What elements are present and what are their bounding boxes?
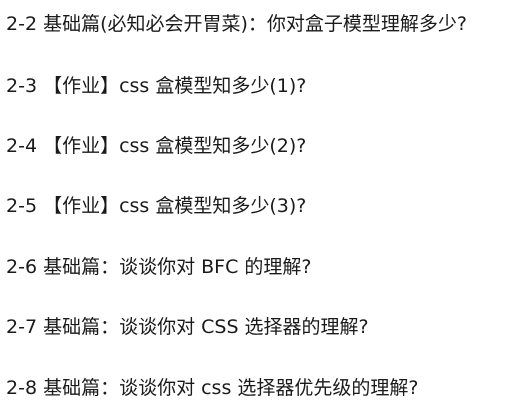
- lesson-item-2-2[interactable]: 2-2 基础篇(必知必会开胃菜)：你对盒子模型理解多少?: [6, 10, 467, 38]
- lesson-item-2-3[interactable]: 2-3 【作业】css 盒模型知多少(1)?: [6, 72, 306, 100]
- lesson-item-2-5[interactable]: 2-5 【作业】css 盒模型知多少(3)?: [6, 192, 306, 220]
- lesson-item-2-7[interactable]: 2-7 基础篇：谈谈你对 CSS 选择器的理解?: [6, 313, 369, 341]
- lesson-item-2-4[interactable]: 2-4 【作业】css 盒模型知多少(2)?: [6, 132, 306, 160]
- lesson-item-2-6[interactable]: 2-6 基础篇：谈谈你对 BFC 的理解?: [6, 253, 311, 281]
- lesson-item-2-8[interactable]: 2-8 基础篇：谈谈你对 css 选择器优先级的理解?: [6, 374, 418, 402]
